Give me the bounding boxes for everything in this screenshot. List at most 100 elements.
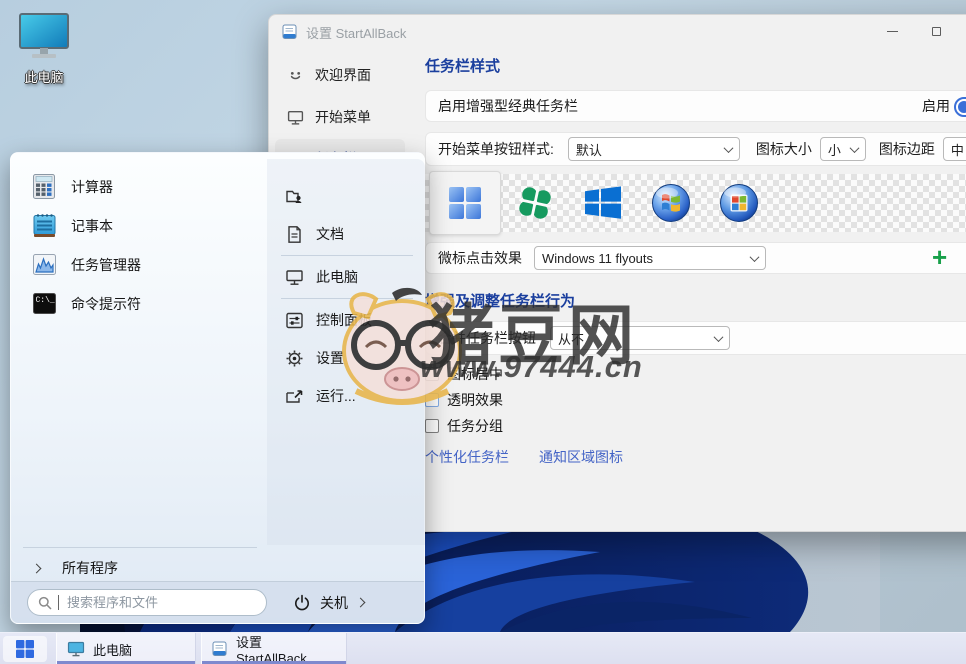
icon-size-label: 图标大小: [756, 139, 812, 159]
checkbox-label: 任务分组: [447, 416, 503, 436]
control-panel-icon: [285, 311, 304, 330]
desktop: 此电脑 设置 StartAllBack: [0, 0, 966, 664]
place-item-settings[interactable]: 设置: [267, 339, 425, 377]
sidebar-item-label: 欢迎界面: [315, 65, 371, 85]
task-manager-icon: [31, 251, 58, 278]
startallback-clover-icon: [517, 185, 553, 221]
start-orb-style-strip: [425, 174, 966, 232]
place-item-run[interactable]: 运行...: [267, 377, 425, 415]
start-button-style-select[interactable]: 默认: [568, 137, 740, 161]
taskbar-button-label: 设置 StartAllBack: [236, 632, 336, 664]
windows-11-logo-icon: [448, 186, 482, 220]
taskbar: 此电脑 设置 StartAllBack: [0, 632, 966, 664]
taskbar-button-this-pc[interactable]: 此电脑: [56, 633, 196, 664]
desktop-icon-label: 此电脑: [24, 67, 63, 86]
orb-option-clover[interactable]: [501, 174, 569, 232]
app-item-label: 任务管理器: [71, 255, 141, 275]
place-item-control-panel[interactable]: 控制面板: [267, 301, 425, 339]
shutdown-button[interactable]: 关机: [293, 593, 364, 613]
app-item-task-manager[interactable]: 任务管理器: [23, 245, 263, 284]
search-box[interactable]: [27, 589, 267, 616]
chevron-down-icon: [750, 252, 760, 262]
orb-option-windows-10[interactable]: [569, 174, 637, 232]
windows-7-orb-icon: [651, 183, 691, 223]
sidebar-item-welcome[interactable]: 欢迎界面: [275, 55, 405, 95]
place-item-this-pc[interactable]: 此电脑: [267, 258, 425, 296]
enable-taskbar-label: 启用增强型经典任务栏: [438, 96, 578, 116]
checkbox-task-grouping[interactable]: [425, 419, 439, 433]
chevron-right-icon: [32, 563, 42, 573]
sidebar-item-label: 开始菜单: [315, 107, 371, 127]
calculator-icon: [31, 173, 58, 200]
place-item-label: 此电脑: [316, 267, 358, 287]
combine-buttons-label: 合并任务栏按钮: [438, 328, 536, 348]
window-content: 任务栏样式 启用增强型经典任务栏 启用 开始菜单按钮样式: 默认 图标大小 小 …: [411, 49, 966, 531]
place-item-documents[interactable]: 文档: [267, 215, 425, 253]
taskbar-button-startallback[interactable]: 设置 StartAllBack: [201, 633, 347, 664]
document-icon: [285, 225, 304, 244]
icon-margin-label: 图标边距: [879, 139, 935, 159]
flyout-row: 微标点击效果 Windows 11 flyouts +: [425, 242, 966, 274]
startallback-icon: [282, 24, 298, 40]
place-item-label: 控制面板: [316, 310, 372, 330]
app-item-calculator[interactable]: 计算器: [23, 167, 263, 206]
computer-icon: [67, 640, 85, 658]
orb-option-windows-11[interactable]: [429, 171, 501, 235]
orb-option-windows-vista-orb[interactable]: [705, 174, 773, 232]
user-folder-icon: [285, 187, 304, 206]
checkbox-row-transparency: 透明效果: [425, 387, 966, 413]
taskbar-button-label: 此电脑: [93, 640, 132, 659]
window-titlebar: 设置 StartAllBack: [269, 15, 966, 49]
app-item-notepad[interactable]: 记事本: [23, 206, 263, 245]
settings-gear-icon: [285, 349, 304, 368]
sidebar-item-start-menu[interactable]: 开始菜单: [275, 97, 405, 137]
start-menu-apps: 计算器 记事本: [23, 167, 263, 323]
checkbox-row-center-icons: 图标居中: [425, 361, 966, 387]
combine-buttons-row: 合并任务栏按钮 从不: [425, 321, 966, 355]
start-menu-places: 文档 此电脑: [267, 159, 425, 545]
chevron-down-icon: [714, 332, 724, 342]
maximize-icon[interactable]: [914, 15, 958, 47]
windows-11-logo-icon: [15, 639, 35, 659]
computer-icon: [285, 268, 304, 287]
page-title: 任务栏样式: [425, 55, 966, 76]
all-programs-label: 所有程序: [62, 558, 118, 578]
link-personalize-taskbar[interactable]: 个性化任务栏: [425, 447, 509, 467]
app-item-label: 计算器: [71, 177, 113, 197]
place-item-user-files[interactable]: [267, 177, 425, 215]
divider: [23, 547, 257, 548]
place-item-label: 设置: [316, 348, 344, 368]
chevron-down-icon: [723, 143, 733, 153]
combine-buttons-select[interactable]: 从不: [550, 326, 730, 350]
checkbox-transparency[interactable]: [425, 393, 439, 407]
add-button[interactable]: +: [932, 242, 947, 272]
svg-text:C:\_: C:\_: [36, 296, 55, 305]
orb-option-windows-7-orb[interactable]: [637, 174, 705, 232]
icon-size-select[interactable]: 小: [820, 137, 866, 161]
start-button-style-label: 开始菜单按钮样式:: [438, 139, 554, 159]
monitor-icon: [287, 109, 304, 126]
chevron-down-icon: [849, 143, 859, 153]
windows-10-logo-icon: [585, 186, 621, 220]
checkbox-center-icons[interactable]: [425, 367, 439, 381]
computer-icon: [16, 12, 72, 60]
link-notification-area-icons[interactable]: 通知区域图标: [539, 447, 623, 467]
enable-toggle[interactable]: [954, 97, 966, 117]
toggle-label: 启用: [922, 96, 950, 116]
flyout-select[interactable]: Windows 11 flyouts: [534, 246, 766, 270]
search-input[interactable]: [65, 594, 235, 611]
checkbox-label: 透明效果: [447, 390, 503, 410]
taskbar-start-button[interactable]: [3, 636, 47, 662]
text-caret: [58, 595, 59, 610]
start-button-style-row: 开始菜单按钮样式: 默认 图标大小 小 图标边距 中: [425, 132, 966, 166]
app-item-command-prompt[interactable]: C:\_ 命令提示符: [23, 284, 263, 323]
minimize-icon[interactable]: [870, 15, 914, 47]
all-programs-button[interactable]: 所有程序: [25, 555, 265, 581]
startallback-icon: [212, 641, 228, 657]
icon-margin-select[interactable]: 中: [943, 137, 966, 161]
windows-vista-orb-icon: [719, 183, 759, 223]
desktop-icon-this-pc[interactable]: 此电脑: [12, 12, 76, 87]
chevron-right-icon: [356, 598, 366, 608]
notepad-icon: [31, 212, 58, 239]
checkbox-label: 图标居中: [447, 364, 503, 384]
